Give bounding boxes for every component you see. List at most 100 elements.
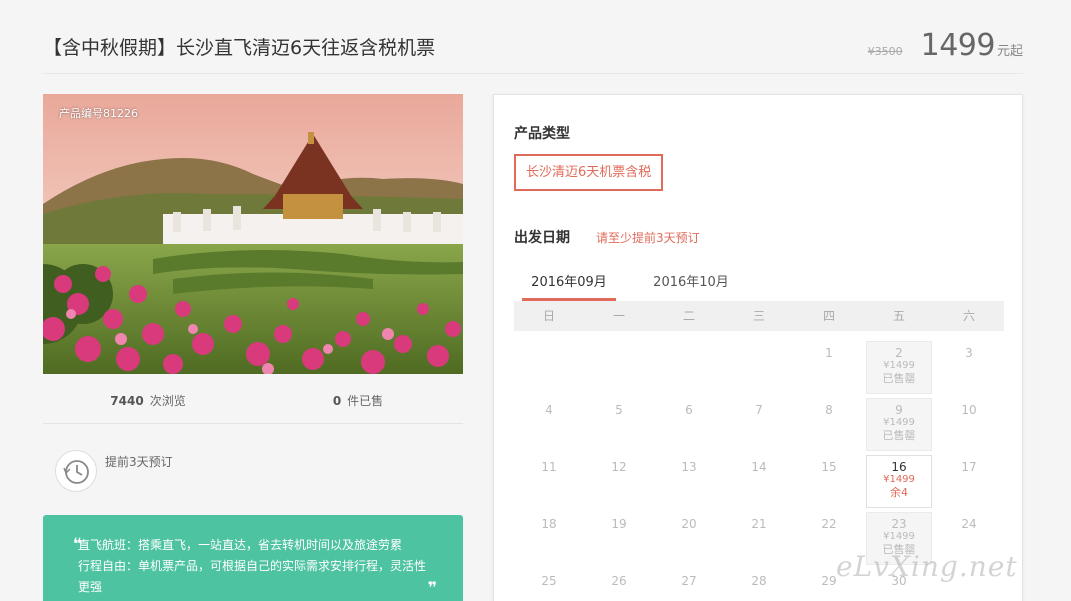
day-number: 26 xyxy=(611,574,627,588)
calendar-day: 25 xyxy=(514,567,584,601)
calendar-day: 26 xyxy=(584,567,654,601)
advance-booking: 提前3天预订 xyxy=(55,450,215,492)
calendar-day: 20 xyxy=(654,510,724,567)
day-number: 12 xyxy=(611,460,627,474)
feature-note: ❝ 直飞航班：搭乘直飞，一站直达，省去转机时间以及旅途劳累 行程自由：单机票产品… xyxy=(43,515,463,601)
calendar-day: 7 xyxy=(724,396,794,453)
day-number: 24 xyxy=(961,517,977,531)
day-number: 8 xyxy=(825,403,833,417)
product-type-heading: 产品类型 xyxy=(514,126,570,142)
day-number: 20 xyxy=(681,517,697,531)
product-code: 产品编号81226 xyxy=(59,107,138,120)
calendar-day: 18 xyxy=(514,510,584,567)
day-number: 14 xyxy=(751,460,767,474)
weekday-sun: 日 xyxy=(542,309,555,323)
day-price: ¥1499 xyxy=(883,474,915,485)
day-status: 余4 xyxy=(890,486,908,499)
day-number: 21 xyxy=(751,517,767,531)
price-box: ¥3500 1499 元起 xyxy=(868,28,1023,63)
price-unit: 元起 xyxy=(996,44,1023,59)
weekday-tue: 二 xyxy=(682,309,695,323)
product-type-option[interactable]: 长沙清迈6天机票含税 xyxy=(514,154,664,191)
calendar-day: 5 xyxy=(584,396,654,453)
calendar-day: 27 xyxy=(654,567,724,601)
product-header: 【含中秋假期】长沙直飞清迈6天往返含税机票 ¥3500 1499 元起 xyxy=(43,0,1023,74)
day-price: ¥1499 xyxy=(883,360,915,371)
day-number: 17 xyxy=(961,460,977,474)
day-number xyxy=(724,339,794,346)
views-count: 7440 xyxy=(110,394,144,408)
day-price: ¥1499 xyxy=(883,531,915,542)
month-tabs: 2016年09月 2016年10月 xyxy=(514,273,1004,301)
weekday-sat: 六 xyxy=(962,309,975,323)
calendar-day: 10 xyxy=(934,396,1004,453)
calendar-day: 8 xyxy=(794,396,864,453)
weekday-header: 日 一 二 三 四 五 六 xyxy=(514,301,1004,331)
calendar-day[interactable]: 2 ¥1499 已售罄 xyxy=(866,341,932,394)
original-price: ¥3500 xyxy=(867,45,903,58)
site-watermark: eLvXing.net xyxy=(836,550,1018,583)
calendar-day xyxy=(654,339,724,396)
day-number: 11 xyxy=(541,460,557,474)
day-number: 10 xyxy=(961,403,977,417)
weekday-fri: 五 xyxy=(892,309,905,323)
date-hint: 请至少提前3天预订 xyxy=(596,231,700,245)
day-number: 22 xyxy=(821,517,837,531)
advance-text: 提前3天预订 xyxy=(105,455,173,469)
calendar-day: 14 xyxy=(724,453,794,510)
calendar-day: 12 xyxy=(584,453,654,510)
day-number: 27 xyxy=(681,574,697,588)
day-status: 已售罄 xyxy=(882,429,916,442)
day-number: 25 xyxy=(541,574,557,588)
day-number: 4 xyxy=(545,403,553,417)
weekday-thu: 四 xyxy=(822,309,835,323)
calendar-day: 13 xyxy=(654,453,724,510)
calendar-day: 1 xyxy=(794,339,864,396)
calendar-day xyxy=(584,339,654,396)
temple-garden-image xyxy=(43,94,463,374)
departure-date-heading: 出发日期 xyxy=(514,230,570,246)
tab-month-oct[interactable]: 2016年10月 xyxy=(644,273,738,301)
close-quote-icon: ❞ xyxy=(427,578,437,597)
day-number: 15 xyxy=(821,460,837,474)
day-number: 6 xyxy=(685,403,693,417)
day-number: 5 xyxy=(615,403,623,417)
product-photo: 产品编号81226 xyxy=(43,94,463,374)
calendar-day: 11 xyxy=(514,453,584,510)
sold-stat: 0 件已售 xyxy=(253,374,463,423)
day-number: 13 xyxy=(681,460,697,474)
day-status: 已售罄 xyxy=(882,372,916,385)
day-number xyxy=(654,339,724,346)
calendar-day[interactable]: 9 ¥1499 已售罄 xyxy=(866,398,932,451)
day-number xyxy=(584,339,654,346)
day-number: 3 xyxy=(965,346,973,360)
open-quote-icon: ❝ xyxy=(73,534,83,553)
day-number: 7 xyxy=(755,403,763,417)
clock-history-icon xyxy=(55,450,97,492)
calendar-day[interactable]: 16 ¥1499 余4 xyxy=(866,455,932,508)
calendar-day: 19 xyxy=(584,510,654,567)
day-price: ¥1499 xyxy=(883,417,915,428)
sold-label: 件已售 xyxy=(347,394,384,408)
calendar-day: 4 xyxy=(514,396,584,453)
product-stats: 7440 次浏览 0 件已售 xyxy=(43,374,463,424)
calendar-day: 15 xyxy=(794,453,864,510)
calendar-day: 6 xyxy=(654,396,724,453)
day-number: 2 xyxy=(895,346,903,360)
views-stat: 7440 次浏览 xyxy=(43,374,253,423)
calendar-day: 21 xyxy=(724,510,794,567)
day-number: 9 xyxy=(895,403,903,417)
day-number: 16 xyxy=(891,460,907,474)
current-price: 1499 xyxy=(920,28,996,63)
booking-panel: 产品类型 长沙清迈6天机票含税 出发日期 请至少提前3天预订 2016年09月 … xyxy=(493,94,1023,601)
calendar-day: 3 xyxy=(934,339,1004,396)
weekday-mon: 一 xyxy=(612,309,625,323)
tab-month-sep[interactable]: 2016年09月 xyxy=(522,273,616,301)
day-number: 28 xyxy=(751,574,767,588)
calendar-day xyxy=(724,339,794,396)
note-line-direct: 直飞航班：搭乘直飞，一站直达，省去转机时间以及旅途劳累 xyxy=(78,538,403,552)
calendar-day xyxy=(514,339,584,396)
day-number: 1 xyxy=(825,346,833,360)
sold-count: 0 xyxy=(332,394,342,408)
day-number: 23 xyxy=(891,517,907,531)
